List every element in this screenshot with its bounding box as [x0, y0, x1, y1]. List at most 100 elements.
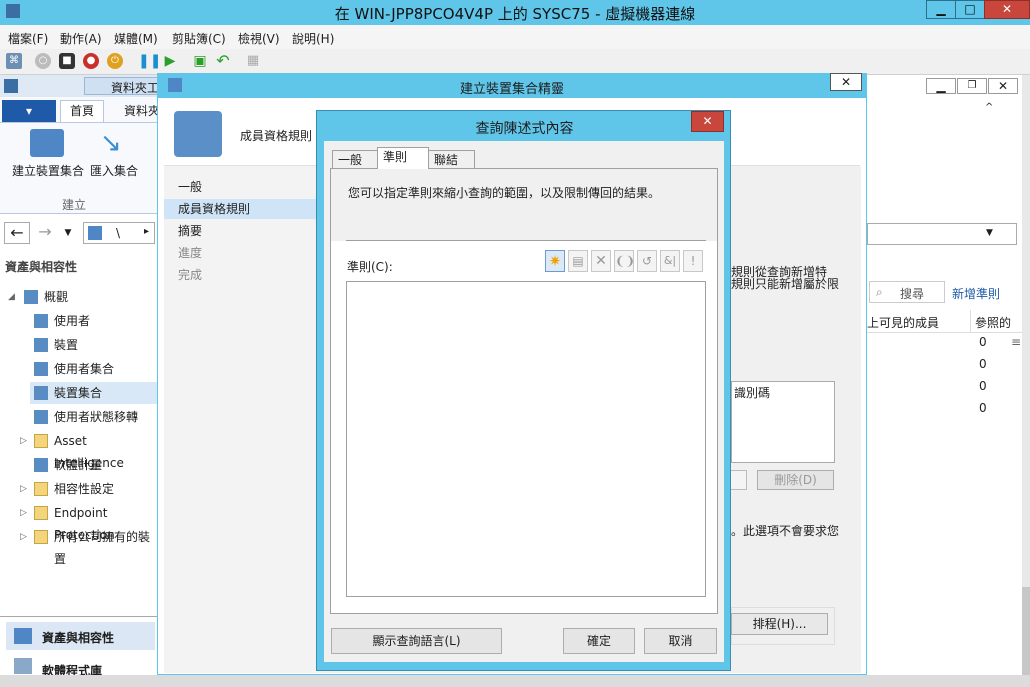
not-icon[interactable]: !	[683, 250, 703, 272]
menu-action[interactable]: 動作(A)	[60, 30, 102, 47]
menu-media[interactable]: 媒體(M)	[114, 30, 158, 47]
delete-icon[interactable]: ✕	[591, 250, 611, 272]
ungroup-icon[interactable]: ↺	[637, 250, 657, 272]
revert-icon[interactable]: ↶	[215, 53, 231, 69]
menu-clipboard[interactable]: 剪貼簿(C)	[172, 30, 226, 47]
schedule-button[interactable]: 排程(H)...	[731, 613, 828, 635]
dropdown-icon[interactable]: ▼	[986, 228, 993, 238]
console-restore-button[interactable]: ❐	[957, 78, 987, 94]
tab-general[interactable]: 一般	[332, 150, 378, 169]
results-header: 上可見的成員 參照的	[867, 310, 1022, 333]
enhanced-session-icon[interactable]: ▦	[245, 53, 261, 69]
expand-arrow-icon[interactable]: ▷	[20, 478, 27, 500]
properties-icon[interactable]: ▤	[568, 250, 588, 272]
tab-home[interactable]: 首頁	[60, 100, 104, 122]
checkpoint-icon[interactable]: ▣	[192, 53, 208, 69]
expand-arrow-icon[interactable]: ▷	[20, 430, 27, 452]
tree-item[interactable]: ▷ Asset Intelligence	[0, 430, 157, 470]
tree-item-label: 使用者狀態移轉	[54, 410, 139, 424]
tree-item-label: 相容性設定	[54, 482, 115, 496]
create-device-collection-icon[interactable]	[30, 129, 64, 157]
delete-button[interactable]: 刪除(D)	[757, 470, 834, 490]
expand-arrow-icon[interactable]: ◢	[8, 286, 15, 308]
minimize-button[interactable]: ▁	[926, 0, 956, 19]
cancel-button[interactable]: 取消	[644, 628, 717, 654]
import-collection-button[interactable]: 匯入集合	[90, 162, 138, 179]
column-id[interactable]: 識別碼	[734, 384, 770, 401]
computer-icon	[174, 111, 222, 157]
horizontal-scrollbar[interactable]	[0, 675, 1030, 687]
column-referenced[interactable]: 參照的	[975, 314, 1011, 331]
ribbon-divider	[0, 122, 160, 123]
save-state-icon[interactable]: ⏻	[107, 53, 123, 69]
tree-item[interactable]: 裝置集合	[30, 382, 157, 404]
new-criteria-icon[interactable]: ✷	[545, 250, 565, 272]
edit-button-edge[interactable]	[731, 470, 747, 490]
scroll-grip-icon[interactable]: ≡	[1011, 335, 1021, 349]
folder-icon	[34, 434, 48, 448]
workspace-software-library[interactable]: 軟體程式庫	[6, 654, 155, 678]
column-visible-members[interactable]: 上可見的成員	[867, 314, 939, 331]
shutdown-icon[interactable]: ●	[83, 53, 99, 69]
add-criteria-link[interactable]: 新增準則	[952, 285, 1000, 302]
rules-list[interactable]: 識別碼	[731, 381, 835, 463]
tree-item[interactable]: 裝置	[0, 334, 157, 356]
vm-toolbar: ⌘ ○ ■ ● ⏻ ❚❚ ▶ ▣ ↶ ▦	[0, 49, 1030, 75]
step-membership-rules[interactable]: 成員資格規則	[164, 199, 316, 219]
create-device-collection-button[interactable]: 建立裝置集合	[12, 162, 84, 179]
chevron-right-icon[interactable]: ▸	[144, 226, 149, 237]
tree-item[interactable]: 軟體計量	[0, 454, 157, 476]
forward-arrow-icon[interactable]: →	[32, 222, 58, 244]
vertical-scrollbar[interactable]	[1022, 75, 1030, 587]
ribbon-collapse-icon[interactable]: ^	[985, 102, 993, 113]
tree-item[interactable]: ◢ 概觀	[0, 286, 157, 308]
back-arrow-icon[interactable]: ←	[4, 222, 30, 244]
pause-icon[interactable]: ❚❚	[138, 53, 161, 69]
wizard-close-button[interactable]: ✕	[830, 73, 862, 91]
menu-help[interactable]: 說明(H)	[292, 30, 334, 47]
tree-item[interactable]: ▷ 相容性設定	[0, 478, 157, 500]
tab-folder[interactable]: 資料夾	[114, 100, 160, 122]
address-bar[interactable]: \ ▸	[83, 222, 155, 244]
step-general[interactable]: 一般	[178, 177, 316, 197]
ctrl-alt-del-icon[interactable]: ⌘	[6, 53, 22, 69]
show-query-language-button[interactable]: 顯示查詢語言(L)	[331, 628, 502, 654]
import-arrow-icon[interactable]: ↘	[100, 129, 122, 157]
expand-arrow-icon[interactable]: ▷	[20, 502, 27, 524]
expand-arrow-icon[interactable]: ▷	[20, 526, 27, 548]
workspace-assets[interactable]: 資產與相容性	[6, 622, 155, 650]
search-box[interactable]: ⌕ 搜尋	[869, 281, 945, 303]
console-close-button[interactable]: ✕	[988, 78, 1018, 94]
wizard-page-title: 成員資格規則	[240, 129, 313, 143]
node-icon	[34, 314, 48, 328]
nav-header: 資產與相容性	[5, 260, 78, 274]
file-menu-button[interactable]: ▾	[2, 100, 56, 122]
menu-view[interactable]: 檢視(V)	[238, 30, 280, 47]
tree-item[interactable]: ▷ 所有公司擁有的裝置	[0, 526, 157, 566]
menu-file[interactable]: 檔案(F)	[8, 30, 48, 47]
cell-value: 0	[979, 379, 987, 393]
close-button[interactable]: ✕	[984, 0, 1030, 19]
ok-button[interactable]: 確定	[563, 628, 635, 654]
tree-item[interactable]: 使用者狀態移轉	[0, 406, 157, 428]
vm-title-bar: 在 WIN-JPP8PCO4V4P 上的 SYSC75 - 虛擬機器連線 ▁ □…	[0, 0, 1030, 25]
tab-criteria[interactable]: 準則	[377, 147, 429, 169]
criteria-list[interactable]	[346, 281, 706, 597]
folder-tools-tab[interactable]: 資料夾工	[84, 77, 160, 95]
and-or-icon[interactable]: &|	[660, 250, 680, 272]
wizard-steps: 一般 成員資格規則 摘要 進度 完成	[164, 166, 316, 673]
step-summary[interactable]: 摘要	[178, 221, 316, 241]
tree-item[interactable]: 使用者集合	[0, 358, 157, 380]
resume-icon[interactable]: ▶	[162, 53, 178, 69]
console-minimize-button[interactable]: ▁	[926, 78, 956, 94]
tab-joins[interactable]: 聯結	[428, 150, 475, 169]
start-icon[interactable]: ○	[35, 53, 51, 69]
turn-off-icon[interactable]: ■	[59, 53, 75, 69]
dialog-close-button[interactable]: ✕	[691, 111, 724, 132]
tree-item[interactable]: ▷ Endpoint Protection	[0, 502, 157, 542]
tree-item-label: 裝置	[54, 338, 79, 352]
maximize-button[interactable]: □	[955, 0, 985, 19]
group-icon[interactable]: ❨❩	[614, 250, 635, 272]
tree-item[interactable]: 使用者	[0, 310, 157, 332]
history-dropdown-icon[interactable]: ▼	[62, 222, 74, 244]
